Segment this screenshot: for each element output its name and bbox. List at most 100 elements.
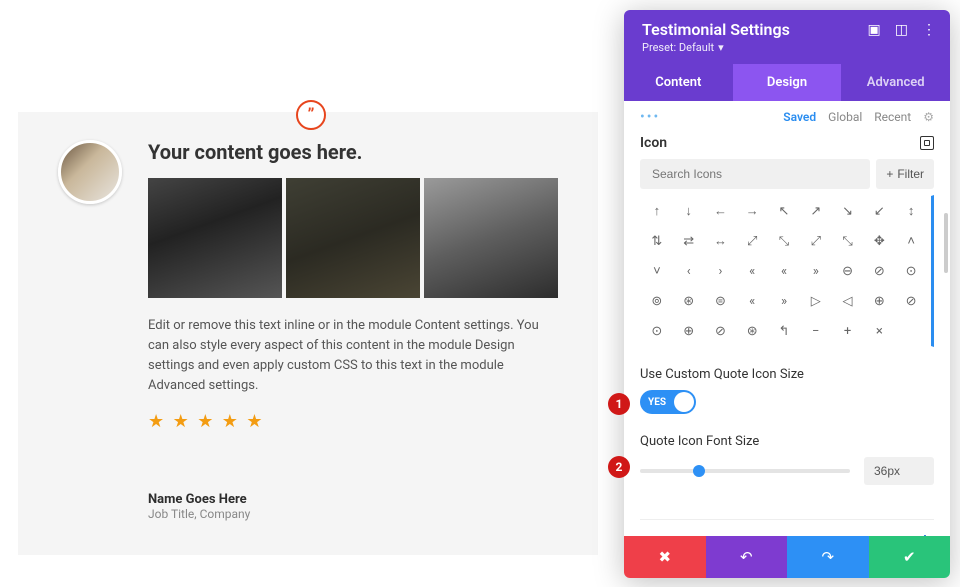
icon-choice[interactable]: × (863, 316, 895, 346)
panel-header: Testimonial Settings ▣ ◫ ⋮ Preset: Defau… (624, 10, 950, 101)
panel-title: Testimonial Settings (642, 20, 790, 39)
icon-choice[interactable]: ◁ (832, 286, 864, 316)
font-size-slider[interactable] (640, 469, 850, 473)
icon-choice[interactable]: ↙ (863, 196, 895, 226)
icon-choice[interactable]: « (736, 256, 768, 286)
preview-canvas: ” Your content goes here. Edit or remove… (0, 0, 614, 587)
thumb-image (286, 178, 420, 298)
tab-content[interactable]: Content (624, 64, 733, 101)
icon-choice[interactable]: − (800, 316, 832, 346)
icon-choice[interactable]: ✥ (863, 226, 895, 256)
option-dots-icon[interactable]: ••• (640, 109, 660, 125)
icon-choice[interactable]: + (832, 316, 864, 346)
scrollbar[interactable] (944, 213, 948, 273)
icon-choice[interactable]: ⊘ (895, 286, 927, 316)
icon-choice[interactable]: ← (705, 196, 737, 226)
icon-choice[interactable]: ⊙ (895, 256, 927, 286)
section-icon-title: Icon (640, 135, 667, 151)
icon-choice[interactable]: ˅ (641, 256, 673, 286)
icon-choice[interactable]: » (768, 286, 800, 316)
preset-global[interactable]: Global (828, 110, 862, 124)
icon-choice[interactable]: → (736, 196, 768, 226)
custom-size-toggle[interactable]: YES (640, 390, 696, 414)
icon-choice[interactable]: ⤢ (800, 226, 832, 256)
author-name[interactable]: Name Goes Here (148, 492, 558, 507)
icon-choice[interactable]: ↗ (800, 196, 832, 226)
filter-button[interactable]: + Filter (876, 159, 934, 189)
icon-choice[interactable]: ⊚ (641, 286, 673, 316)
icon-choice[interactable]: » (800, 256, 832, 286)
icon-choice[interactable]: « (736, 286, 768, 316)
icon-choice[interactable]: ⊘ (705, 316, 737, 346)
image-row (148, 178, 558, 298)
annotation-2: 2 (608, 456, 630, 478)
icon-choice[interactable]: ⊙ (641, 316, 673, 346)
chevron-down-icon: ▾ (718, 41, 724, 54)
panel-footer: ✖ ↶ ↷ ✔ (624, 536, 950, 578)
avatar (58, 140, 122, 204)
testimonial-module[interactable]: Your content goes here. Edit or remove t… (18, 112, 598, 555)
annotation-1: 1 (608, 393, 630, 415)
search-icons-input[interactable] (640, 159, 870, 189)
font-size-input[interactable] (864, 457, 934, 485)
icon-choice[interactable]: ⊜ (705, 286, 737, 316)
cancel-button[interactable]: ✖ (624, 536, 706, 578)
gear-icon[interactable]: ⚙ (923, 110, 934, 124)
preset-dropdown[interactable]: Preset: Default▾ (624, 41, 950, 64)
icon-choice[interactable]: ↘ (832, 196, 864, 226)
kebab-icon[interactable]: ⋮ (916, 532, 934, 536)
icon-choice[interactable]: ⤡ (768, 226, 800, 256)
redo-button[interactable]: ↷ (787, 536, 869, 578)
slider-thumb[interactable] (693, 465, 705, 477)
preset-saved[interactable]: Saved (783, 110, 816, 124)
icon-choice[interactable]: ⇅ (641, 226, 673, 256)
plus-icon: + (886, 167, 893, 181)
preset-recent[interactable]: Recent (874, 110, 911, 124)
tabs: Content Design Advanced (624, 64, 950, 101)
thumb-image (424, 178, 558, 298)
icon-choice[interactable]: ↓ (673, 196, 705, 226)
close-icon: ✖ (658, 548, 671, 566)
icon-choice[interactable]: ⊘ (863, 256, 895, 286)
kebab-icon[interactable]: ⋮ (922, 22, 936, 38)
undo-icon: ↶ (740, 548, 753, 566)
icon-choice[interactable]: ⊕ (673, 316, 705, 346)
icon-choice[interactable]: ⤡ (832, 226, 864, 256)
responsive-toggle-icon[interactable] (920, 136, 934, 150)
author-meta[interactable]: Job Title, Company (148, 507, 558, 521)
tab-design[interactable]: Design (733, 64, 842, 101)
thumb-image (148, 178, 282, 298)
icon-choice[interactable]: ⊕ (863, 286, 895, 316)
icon-choice[interactable]: ↰ (768, 316, 800, 346)
icon-choice[interactable]: ˄ (895, 226, 927, 256)
panel-body: ••• Saved Global Recent ⚙ Icon + Filter … (624, 101, 950, 536)
testimonial-body[interactable]: Edit or remove this text inline or in th… (148, 316, 558, 397)
icon-choice[interactable]: ‹ (673, 256, 705, 286)
font-size-label: Quote Icon Font Size (640, 434, 934, 449)
icon-choice[interactable]: ↔ (705, 226, 737, 256)
section-image-title[interactable]: Image (640, 534, 682, 537)
responsive-icon[interactable]: ▣ (868, 22, 881, 38)
icon-choice[interactable]: ⊖ (832, 256, 864, 286)
toggle-knob (674, 392, 694, 412)
custom-size-label: Use Custom Quote Icon Size (640, 367, 934, 382)
icon-choice[interactable]: ↖ (768, 196, 800, 226)
icon-choice[interactable]: ⇄ (673, 226, 705, 256)
star-rating: ★ ★ ★ ★ ★ (148, 411, 558, 432)
testimonial-heading[interactable]: Your content goes here. (148, 140, 558, 164)
settings-panel: Testimonial Settings ▣ ◫ ⋮ Preset: Defau… (624, 10, 950, 578)
undo-button[interactable]: ↶ (706, 536, 788, 578)
tab-advanced[interactable]: Advanced (841, 64, 950, 101)
icon-choice[interactable]: ⊛ (673, 286, 705, 316)
icon-choice[interactable]: « (768, 256, 800, 286)
icon-choice[interactable]: › (705, 256, 737, 286)
save-button[interactable]: ✔ (869, 536, 951, 578)
expand-icon[interactable]: ◫ (895, 22, 908, 38)
icon-choice[interactable]: ↑ (641, 196, 673, 226)
icon-choice[interactable]: ↕ (895, 196, 927, 226)
icon-choice[interactable]: ▷ (800, 286, 832, 316)
icon-choice[interactable]: ⤢ (736, 226, 768, 256)
icon-choice[interactable]: ⊛ (736, 316, 768, 346)
redo-icon: ↷ (821, 548, 834, 566)
icon-grid: ↑↓←→↖↗↘↙↕⇅⇄↔⤢⤡⤢⤡✥˄˅‹›««»⊖⊘⊙⊚⊛⊜«»▷◁⊕⊘⊙⊕⊘⊛… (640, 195, 934, 347)
